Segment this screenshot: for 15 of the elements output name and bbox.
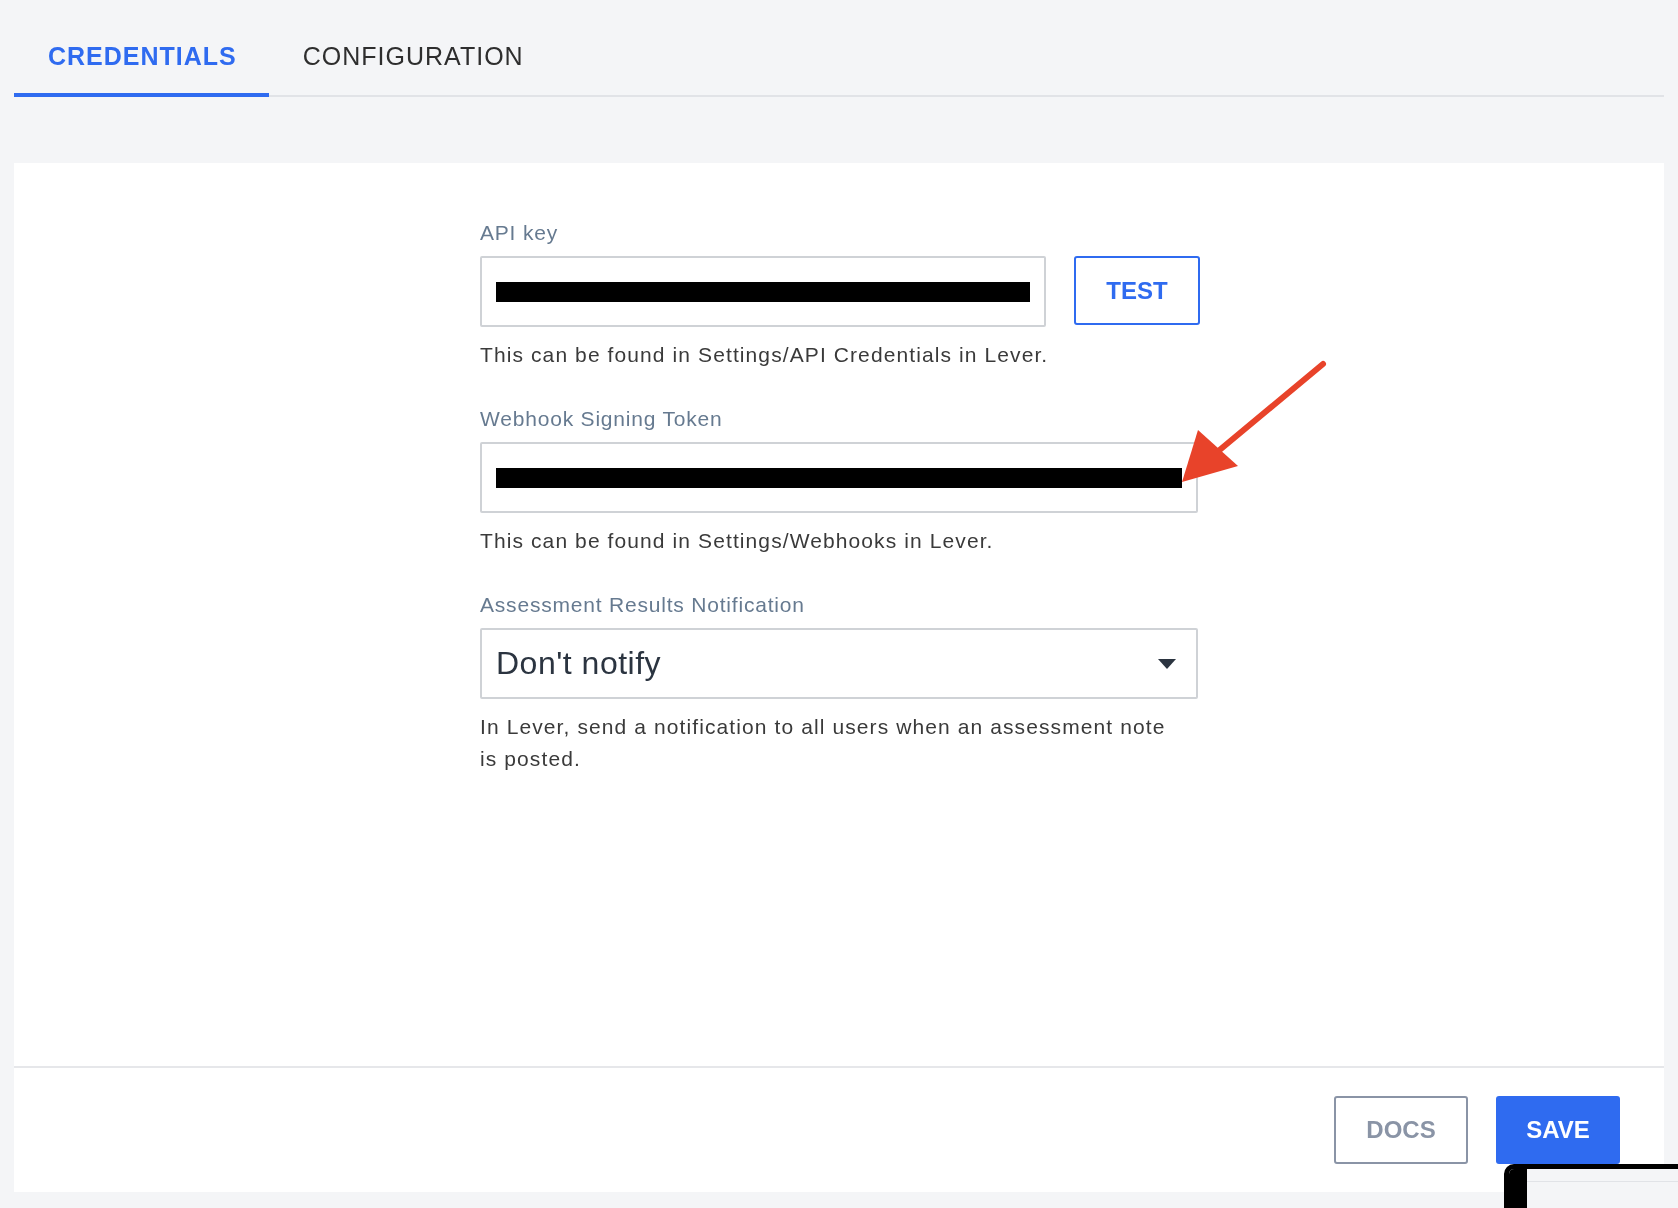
field-label: Assessment Results Notification — [480, 593, 806, 617]
help-text: In Lever, send a notification to all users when an assessment note is posted. — [480, 714, 1167, 772]
field-label: API key — [480, 221, 559, 245]
tab[interactable]: CONFIGURATION — [268, 32, 558, 97]
tab[interactable]: CREDENTIALS — [14, 32, 269, 97]
dropdown[interactable]: Don't notify — [480, 628, 1198, 699]
help-text: This can be found in Settings/API Credentials in Lever. — [480, 342, 1050, 368]
docs-button[interactable]: DOCS — [1334, 1096, 1468, 1164]
test-button[interactable]: TEST — [1074, 256, 1200, 325]
field-label: Webhook Signing Token — [480, 407, 724, 431]
help-text: This can be found in Settings/Webhooks in Lever. — [480, 528, 995, 554]
input-field[interactable] — [480, 256, 1046, 327]
save-button[interactable]: SAVE — [1496, 1096, 1620, 1164]
caret-icon — [1158, 658, 1176, 669]
input-field[interactable] — [480, 442, 1198, 513]
